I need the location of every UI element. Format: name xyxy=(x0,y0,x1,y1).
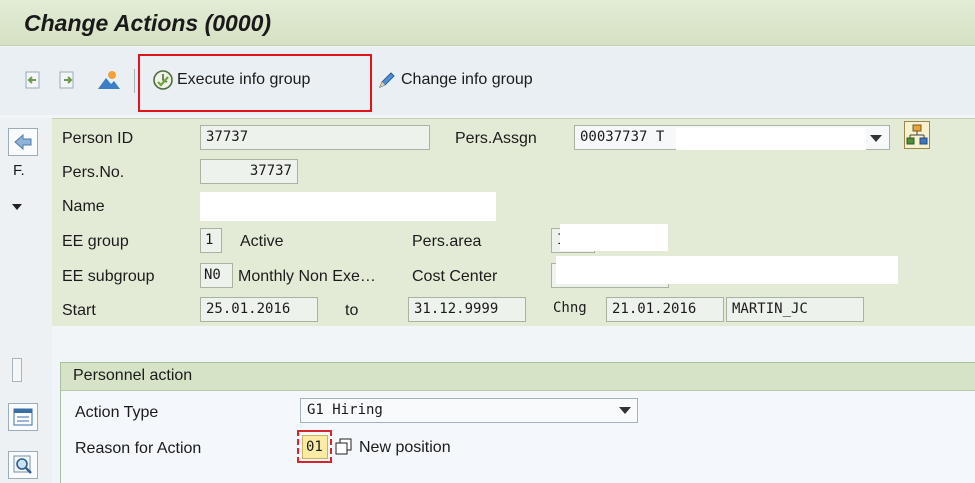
dropdown-arrow-icon[interactable] xyxy=(11,198,23,216)
list-overview-icon xyxy=(13,408,33,426)
ee-subgroup-code-field[interactable]: N0 xyxy=(200,263,233,288)
org-structure-button[interactable] xyxy=(904,121,930,149)
f-label: F. xyxy=(13,162,25,179)
action-type-dropdown[interactable]: G1 Hiring xyxy=(300,398,638,423)
ee-group-label: EE group xyxy=(62,233,129,250)
to-label: to xyxy=(345,302,359,319)
back-arrow-button[interactable] xyxy=(8,128,38,156)
overview-list-button[interactable] xyxy=(8,403,38,431)
start-date-field[interactable]: 25.01.2016 xyxy=(200,297,318,322)
name-label: Name xyxy=(62,198,105,215)
reason-label: Reason for Action xyxy=(75,440,202,457)
pers-area-label: Pers.area xyxy=(412,233,482,250)
person-id-field[interactable]: 37737 xyxy=(200,125,430,150)
cost-center-label: Cost Center xyxy=(412,268,498,285)
toolbar-separator xyxy=(134,69,135,93)
changed-date-field[interactable]: 21.01.2016 xyxy=(606,297,724,322)
pers-area-redaction xyxy=(560,224,668,251)
group-title-bar: Personnel action xyxy=(61,363,975,391)
end-date-field[interactable]: 31.12.9999 xyxy=(408,297,526,322)
pers-no-field[interactable]: 37737 xyxy=(200,159,298,184)
pers-assgn-value: 00037737 T xyxy=(580,129,665,145)
ee-group-code-field[interactable]: 1 xyxy=(200,228,222,253)
reason-value-help-icon[interactable] xyxy=(335,438,353,461)
change-info-group-button[interactable]: Change info group xyxy=(376,65,533,95)
pers-assgn-label: Pers.Assgn xyxy=(455,130,537,147)
back-arrow-icon xyxy=(14,134,32,150)
scrollbar-handle[interactable] xyxy=(12,358,22,382)
landscape-overview-icon[interactable] xyxy=(97,69,120,91)
page-title: Change Actions (0000) xyxy=(24,10,272,36)
magnifier-icon xyxy=(13,455,32,474)
pers-no-label: Pers.No. xyxy=(62,164,125,181)
action-type-label: Action Type xyxy=(75,404,159,421)
next-document-icon[interactable] xyxy=(56,69,78,91)
action-type-value: G1 Hiring xyxy=(307,402,383,418)
pencil-icon xyxy=(379,72,395,88)
redaction-box xyxy=(676,128,866,150)
chevron-down-icon xyxy=(619,407,631,414)
search-help-button[interactable] xyxy=(8,451,38,479)
ee-subgroup-label: EE subgroup xyxy=(62,268,155,285)
name-redaction xyxy=(200,192,496,221)
execute-highlight-box xyxy=(138,54,372,112)
chevron-down-icon xyxy=(870,135,882,142)
group-title: Personnel action xyxy=(73,367,193,384)
change-info-group-label: Change info group xyxy=(401,71,533,88)
ee-group-text: Active xyxy=(240,233,284,250)
changed-by-field[interactable]: MARTIN_JC xyxy=(726,297,864,322)
reason-code-field[interactable]: 01 xyxy=(302,435,328,459)
ee-subgroup-text: Monthly Non Exe… xyxy=(238,268,376,285)
left-navigation-strip: F. xyxy=(0,118,52,483)
start-label: Start xyxy=(62,302,96,319)
title-bar: Change Actions (0000) xyxy=(0,0,975,46)
org-structure-icon xyxy=(906,124,928,145)
cost-center-redaction xyxy=(556,256,898,284)
person-id-label: Person ID xyxy=(62,130,134,147)
previous-document-icon[interactable] xyxy=(22,69,44,91)
chng-label: Chng xyxy=(553,300,587,316)
reason-text: New position xyxy=(359,439,451,456)
